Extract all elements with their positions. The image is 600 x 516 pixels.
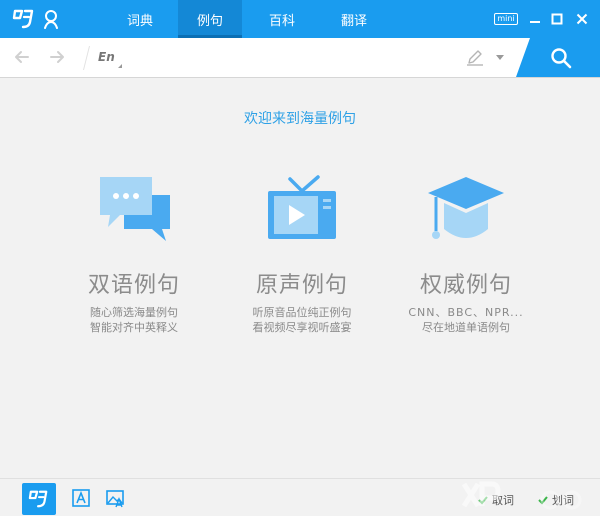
handwriting-pen-icon[interactable]	[466, 50, 484, 66]
minimize-icon	[530, 21, 540, 23]
feature-desc-line2: 智能对齐中英释义	[90, 321, 178, 334]
search-button[interactable]	[516, 38, 600, 77]
mini-mode-button[interactable]: mini	[494, 0, 518, 38]
app-logo-icon	[12, 9, 34, 29]
chevron-down-icon[interactable]	[496, 55, 504, 60]
word-capture-toggle[interactable]: 取词	[478, 492, 514, 508]
check-icon	[538, 496, 548, 505]
text-recognition-button[interactable]	[68, 485, 94, 511]
feature-audio[interactable]: 原声例句 听原音品位纯正例句 看视频尽享视听盛宴	[232, 175, 372, 335]
tab-examples[interactable]: 例句	[178, 0, 242, 38]
tab-encyclopedia[interactable]: 百科	[250, 0, 314, 38]
tab-dictionary[interactable]: 词典	[112, 0, 168, 38]
feature-authority[interactable]: 权威例句 CNN、BBC、NPR... 尽在地道单语例句	[396, 175, 536, 335]
bilingual-chat-icon	[100, 177, 170, 241]
dictionary-mode-button[interactable]	[22, 483, 56, 515]
feature-title: 原声例句	[255, 273, 348, 298]
feature-desc-line1: 听原音品位纯正例句	[252, 306, 352, 319]
back-arrow-icon[interactable]	[14, 49, 30, 65]
image-translate-button[interactable]	[102, 485, 128, 511]
graduation-cap-icon	[428, 177, 504, 239]
feature-title: 权威例句	[419, 273, 512, 298]
forward-arrow-icon[interactable]	[49, 49, 65, 65]
close-icon	[576, 13, 588, 25]
language-corner-icon	[118, 64, 122, 68]
maximize-button[interactable]	[546, 0, 568, 38]
feature-desc-line2: 尽在地道单语例句	[422, 321, 510, 334]
word-capture-label: 取词	[492, 494, 514, 507]
check-icon	[478, 496, 488, 505]
main-nav: 词典 例句 百科 翻译	[112, 0, 386, 38]
tab-translate[interactable]: 翻译	[322, 0, 386, 38]
feature-bilingual[interactable]: 双语例句 随心筛选海量例句 智能对齐中英释义	[64, 175, 204, 335]
maximize-icon	[551, 13, 563, 25]
user-icon[interactable]	[42, 9, 60, 29]
image-translate-icon	[106, 490, 124, 508]
welcome-heading: 欢迎来到海量例句	[244, 111, 356, 127]
feature-desc-line1: 随心筛选海量例句	[90, 306, 178, 319]
close-button[interactable]	[570, 0, 594, 38]
mini-mode-label: mini	[494, 13, 518, 25]
tv-play-icon	[268, 175, 336, 239]
selection-capture-toggle[interactable]: 划词	[538, 492, 574, 508]
feature-title: 双语例句	[87, 273, 180, 298]
search-icon	[551, 48, 572, 69]
title-bar: 词典 例句 百科 翻译 mini	[0, 0, 600, 38]
text-scan-icon	[72, 489, 90, 507]
search-bar: En	[0, 38, 600, 78]
feature-desc-line2: 看视频尽享视听盛宴	[252, 321, 352, 334]
search-input[interactable]	[136, 46, 456, 70]
app-logo-icon	[28, 490, 48, 508]
minimize-button[interactable]	[524, 0, 546, 38]
language-selector[interactable]: En	[98, 50, 115, 64]
selection-capture-label: 划词	[552, 494, 574, 507]
bottom-toolbar: 取词 划词	[0, 478, 600, 516]
feature-desc-line1: CNN、BBC、NPR...	[408, 306, 524, 319]
